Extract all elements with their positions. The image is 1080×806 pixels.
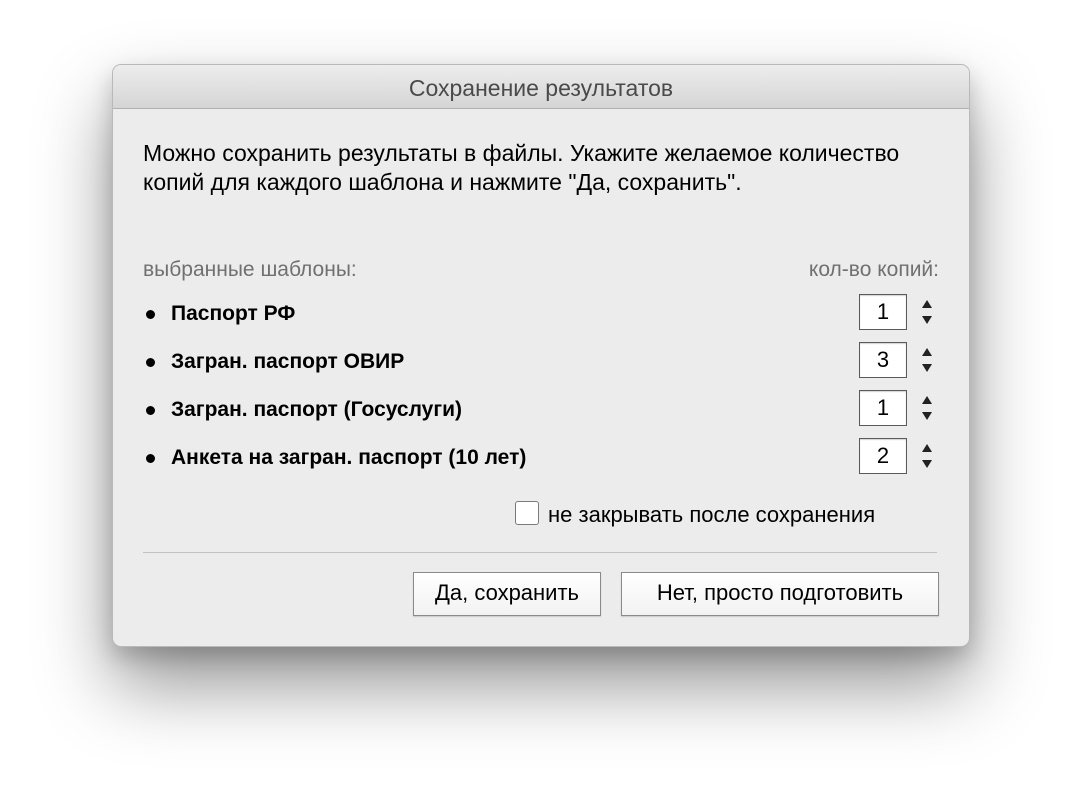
dialog-title: Сохранение результатов [408,75,674,101]
templates-column-header: выбранные шаблоны: [143,258,357,281]
stepper-up-icon[interactable] [922,444,932,452]
copies-input[interactable]: 2 [859,438,907,474]
copies-stepper[interactable] [921,441,935,473]
copies-stepper[interactable] [921,297,935,329]
stepper-down-icon[interactable] [922,364,932,372]
template-label: Анкета на загран. паспорт (10 лет) [171,446,527,469]
bullet-icon [146,406,155,415]
stepper-down-icon[interactable] [922,316,932,324]
stepper-down-icon[interactable] [922,412,932,420]
copies-stepper[interactable] [921,345,935,377]
save-button[interactable]: Да, сохранить [413,572,601,616]
template-row: Загран. паспорт (Госуслуги) 1 [143,390,939,428]
intro-text: Можно сохранить результаты в файлы. Укаж… [143,140,900,195]
keep-open-checkbox[interactable] [515,501,539,525]
template-label: Загран. паспорт (Госуслуги) [171,398,462,421]
template-label: Загран. паспорт ОВИР [171,350,405,373]
template-label: Паспорт РФ [171,302,296,325]
title-bar[interactable]: Сохранение результатов [113,65,969,109]
copies-column-header: кол-во копий: [808,258,939,281]
copies-stepper[interactable] [921,393,935,425]
stepper-up-icon[interactable] [922,300,932,308]
template-row: Паспорт РФ 1 [143,294,939,332]
template-row: Анкета на загран. паспорт (10 лет) 2 [143,438,939,476]
prepare-only-button[interactable]: Нет, просто подготовить [621,572,939,616]
stepper-up-icon[interactable] [922,348,932,356]
divider [143,552,937,553]
bullet-icon [146,358,155,367]
keep-open-label[interactable]: не закрывать после сохранения [548,502,875,528]
save-results-dialog: Сохранение результатов Можно сохранить р… [112,64,970,647]
stepper-up-icon[interactable] [922,396,932,404]
template-row: Загран. паспорт ОВИР 3 [143,342,939,380]
copies-input[interactable]: 3 [859,342,907,378]
copies-input[interactable]: 1 [859,294,907,330]
bullet-icon [146,310,155,319]
bullet-icon [146,454,155,463]
stepper-down-icon[interactable] [922,460,932,468]
copies-input[interactable]: 1 [859,390,907,426]
